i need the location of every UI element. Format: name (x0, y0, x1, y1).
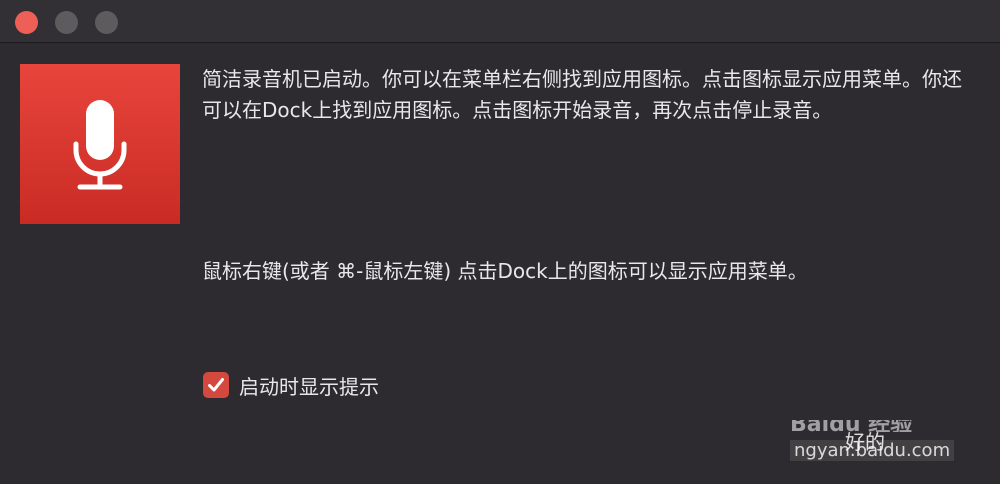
show-tips-option[interactable]: 启动时显示提示 (203, 370, 379, 400)
tip-message: 鼠标右键(或者 ⌘-鼠标左键) 点击Dock上的图标可以显示应用菜单。 (202, 259, 808, 283)
watermark: Baidu 经验 ngyan.baidu.com 好的 (790, 420, 955, 461)
show-tips-checkbox[interactable] (203, 372, 229, 398)
checkmark-icon (208, 378, 224, 392)
close-button[interactable] (15, 11, 38, 34)
title-bar (0, 0, 1000, 43)
minimize-button[interactable] (55, 11, 78, 34)
show-tips-label[interactable]: 启动时显示提示 (239, 371, 379, 400)
maximize-button[interactable] (95, 11, 118, 34)
app-window: 简洁录音机已启动。你可以在菜单栏右侧找到应用图标。点击图标显示应用菜单。你还可以… (0, 0, 1000, 484)
app-icon (20, 64, 180, 224)
watermark-text: 好的 (845, 430, 885, 454)
microphone-icon (73, 100, 127, 190)
intro-message: 简洁录音机已启动。你可以在菜单栏右侧找到应用图标。点击图标显示应用菜单。你还可以… (202, 67, 962, 122)
